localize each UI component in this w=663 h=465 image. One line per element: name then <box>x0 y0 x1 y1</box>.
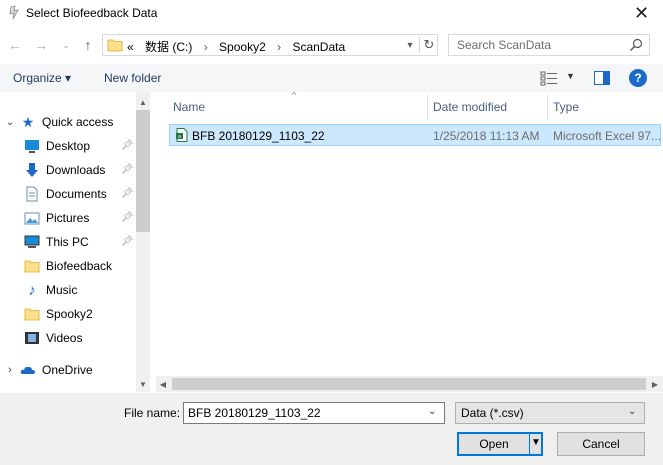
excel-file-icon: a <box>176 128 188 142</box>
refresh-icon: ↻ <box>423 37 435 52</box>
folder-icon <box>24 308 40 321</box>
file-name-label: File name: <box>124 406 181 420</box>
breadcrumb-spooky2[interactable]: Spooky2 <box>219 40 266 54</box>
sort-ascending-icon: ^ <box>292 90 297 100</box>
pin-icon: 📌︎ <box>121 212 134 223</box>
download-icon <box>26 163 38 177</box>
sidebar-item-label: Downloads <box>46 163 106 177</box>
breadcrumb-separator: › <box>277 40 282 54</box>
up-button[interactable]: ↑ <box>79 36 97 54</box>
scroll-left-icon[interactable]: ◀ <box>156 376 170 392</box>
forward-button[interactable]: → <box>32 36 50 54</box>
pin-icon: 📌︎ <box>121 164 134 175</box>
arrow-left-icon: ← <box>8 37 22 53</box>
pin-icon: 📌︎ <box>121 140 134 151</box>
column-header-date[interactable]: Date modified <box>433 94 507 120</box>
column-header-name[interactable]: Name <box>173 94 205 120</box>
file-type: Microsoft Excel 97... <box>553 129 661 143</box>
chevron-down-icon: ⌄ <box>5 116 15 128</box>
recent-locations-button[interactable]: ⌄ <box>57 36 75 54</box>
breadcrumb-prefix[interactable]: « <box>127 40 134 54</box>
column-divider[interactable] <box>547 94 548 120</box>
open-label: Open <box>479 437 509 451</box>
help-icon[interactable]: ? <box>629 69 647 87</box>
file-name: BFB 20180129_1103_22 <box>192 129 325 143</box>
sidebar-item-label: Music <box>46 283 78 297</box>
sidebar-item-label: Quick access <box>42 115 114 129</box>
sidebar-item-quick-access[interactable]: ⌄ ★ Quick access <box>0 110 136 134</box>
refresh-button[interactable]: ↻ <box>419 37 438 53</box>
music-icon: ♪ <box>28 281 36 299</box>
open-button[interactable]: Open ▼ <box>457 432 543 456</box>
sidebar-item-label: Documents <box>46 187 107 201</box>
chevron-right-icon: › <box>8 364 12 376</box>
organize-menu[interactable]: Organize ▾ <box>13 71 71 85</box>
scroll-right-icon[interactable]: ▶ <box>648 376 662 392</box>
address-bar[interactable]: « 数据 (C:) › Spooky2 › ScanData ▾ ↻ <box>102 34 438 56</box>
sidebar-item-label: Desktop <box>46 139 91 153</box>
chevron-down-icon: ▾ <box>407 39 413 51</box>
scroll-down-icon[interactable]: ▼ <box>136 376 150 392</box>
file-type-value: Data (*.csv) <box>461 406 524 420</box>
chevron-down-icon[interactable]: ⌄ <box>428 406 436 417</box>
sidebar-item-label: This PC <box>46 235 89 249</box>
desktop-icon <box>25 140 39 153</box>
chevron-down-icon: ⌄ <box>62 39 70 50</box>
cloud-icon <box>20 366 35 374</box>
file-row[interactable]: a BFB 20180129_1103_22 1/25/2018 11:13 A… <box>169 124 661 146</box>
search-placeholder: Search ScanData <box>457 38 552 52</box>
split-divider <box>529 434 530 454</box>
breadcrumb-scandata[interactable]: ScanData <box>292 40 345 54</box>
title-bar: Select Biofeedback Data ✕ <box>0 0 663 27</box>
view-dropdown-icon[interactable]: ▼ <box>566 71 575 81</box>
sidebar-scroll-thumb[interactable] <box>136 110 150 232</box>
pin-icon: 📌︎ <box>121 188 134 199</box>
back-button[interactable]: ← <box>6 36 24 54</box>
search-icon <box>630 38 643 51</box>
open-dropdown-icon[interactable]: ▼ <box>531 437 541 448</box>
file-name-field[interactable]: BFB 20180129_1103_22 ⌄ <box>183 402 445 424</box>
folder-icon <box>24 260 40 273</box>
folder-icon <box>107 39 123 52</box>
sidebar-item-label: Spooky2 <box>46 307 93 321</box>
column-header-type[interactable]: Type <box>553 94 579 120</box>
breadcrumb-drive[interactable]: 数据 (C:) <box>145 40 192 54</box>
sidebar-item-label: Pictures <box>46 211 90 225</box>
new-folder-button[interactable]: New folder <box>104 71 161 85</box>
close-icon: ✕ <box>633 3 650 23</box>
sidebar-item-label: Videos <box>46 331 83 345</box>
content-scroll-thumb[interactable] <box>172 378 646 390</box>
column-divider[interactable] <box>427 94 428 120</box>
scroll-up-icon[interactable]: ▲ <box>136 94 150 110</box>
cancel-button[interactable]: Cancel <box>557 432 645 456</box>
pin-icon: 📌︎ <box>121 236 134 247</box>
videos-icon <box>25 332 39 344</box>
view-options-icon[interactable] <box>540 70 558 86</box>
arrow-right-icon: → <box>34 37 48 53</box>
breadcrumb-separator: › <box>203 40 208 54</box>
chevron-down-icon: ⌄ <box>628 406 637 417</box>
address-dropdown-button[interactable]: ▾ <box>403 38 417 52</box>
file-name-value: BFB 20180129_1103_22 <box>188 406 321 420</box>
sidebar-item-onedrive[interactable]: › OneDrive <box>0 358 136 382</box>
command-bar: Organize ▾ New folder ▼ ? <box>0 64 663 92</box>
sidebar-item-label: OneDrive <box>42 363 93 377</box>
documents-icon <box>26 186 38 202</box>
window-title: Select Biofeedback Data <box>26 6 158 20</box>
file-date: 1/25/2018 11:13 AM <box>433 129 540 143</box>
pictures-icon <box>24 212 40 225</box>
svg-text:a: a <box>178 134 181 140</box>
sidebar-item-label: Biofeedback <box>46 259 113 273</box>
star-icon: ★ <box>21 113 35 130</box>
pc-icon <box>24 235 40 248</box>
navigation-pane: ⌄ ★ Quick access Desktop 📌︎ Downloads 📌︎… <box>0 92 150 392</box>
app-icon <box>9 5 19 20</box>
arrow-up-icon: ↑ <box>84 37 92 53</box>
search-input[interactable]: Search ScanData <box>448 34 650 56</box>
preview-pane-icon[interactable] <box>594 71 610 85</box>
file-type-select[interactable]: Data (*.csv) ⌄ <box>455 402 645 424</box>
close-button[interactable]: ✕ <box>620 0 663 27</box>
